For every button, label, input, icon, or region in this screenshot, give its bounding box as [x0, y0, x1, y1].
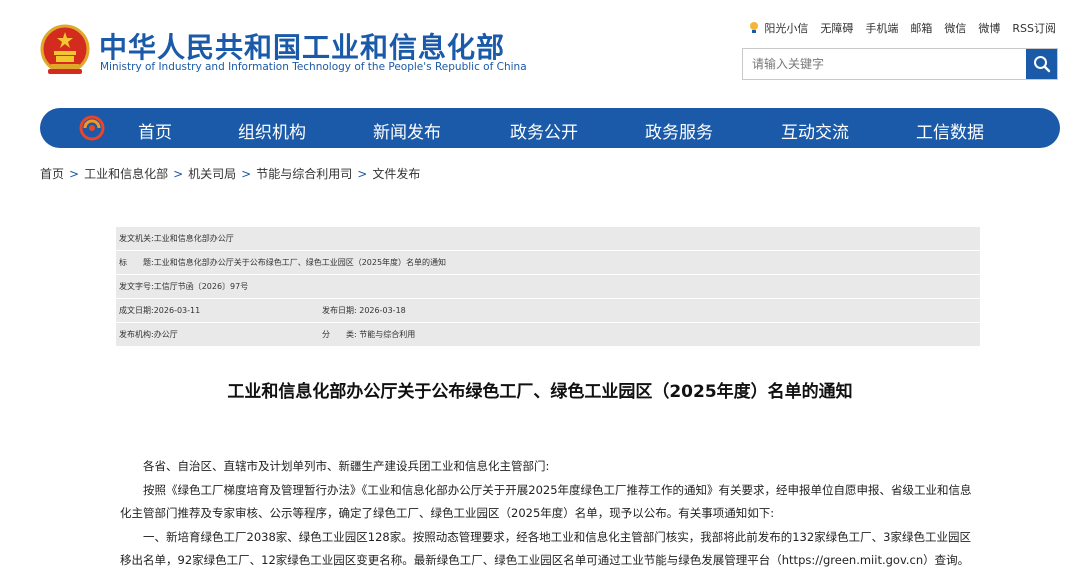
site-subtitle: Ministry of Industry and Information Tec… — [100, 61, 527, 73]
meta-issuer-label: 发文机关: — [119, 234, 154, 243]
search-button[interactable] — [1026, 49, 1057, 79]
search-box — [742, 48, 1058, 80]
breadcrumb: 首页 > 工业和信息化部 > 机关司局 > 节能与综合利用司 > 文件发布 — [40, 165, 420, 182]
top-link-sunshine[interactable]: 阳光小信 — [764, 20, 808, 36]
national-emblem-icon — [40, 24, 90, 74]
meta-category-group: 分 类: 节能与综合利用 — [322, 329, 415, 340]
top-link-mail[interactable]: 邮箱 — [910, 20, 932, 36]
document-paragraph: 一、新培育绿色工厂2038家、绿色工业园区128家。按照动态管理要求，经各地工业… — [120, 529, 971, 568]
top-links: 阳光小信 无障碍 手机端 邮箱 微信 微博 RSS订阅 — [748, 20, 1056, 36]
top-link-rss[interactable]: RSS订阅 — [1012, 20, 1056, 36]
site-title: 中华人民共和国工业和信息化部 — [99, 31, 506, 64]
meta-published-group: 发布日期: 2026-03-18 — [322, 305, 406, 316]
document-paragraph: 按照《绿色工厂梯度培育及管理暂行办法》《工业和信息化部办公厅关于开展2025年度… — [120, 482, 972, 521]
meta-written: 2026-03-11 — [153, 306, 201, 315]
meta-title-label: 标 题: — [119, 258, 154, 267]
search-icon — [1033, 56, 1050, 73]
meta-category: 节能与综合利用 — [359, 330, 416, 339]
document-salutation: 各省、自治区、直辖市及计划单列市、新疆生产建设兵团工业和信息化主管部门: — [143, 459, 550, 473]
meta-category-label: 分 类: — [322, 330, 357, 339]
site-header: 中华人民共和国工业和信息化部 Ministry of Industry and … — [0, 0, 1080, 105]
breadcrumb-separator: > — [241, 167, 252, 181]
top-link-accessibility[interactable]: 无障碍 — [820, 20, 853, 36]
meta-doc-no-label: 发文字号: — [119, 282, 154, 291]
meta-published: 2026-03-18 — [359, 306, 406, 315]
breadcrumb-documents[interactable]: 文件发布 — [372, 167, 420, 181]
nav-item-data[interactable]: 工信数据 — [916, 118, 984, 143]
breadcrumb-departments[interactable]: 机关司局 — [188, 167, 236, 181]
miit-logo-icon — [79, 115, 105, 141]
meta-org-label: 发布机构: — [119, 330, 154, 339]
nav-item-government-affairs[interactable]: 政务公开 — [510, 118, 578, 143]
nav-item-home[interactable]: 首页 — [138, 118, 172, 143]
meta-issuer: 工业和信息化部办公厅 — [153, 234, 234, 243]
meta-published-label: 发布日期: — [322, 306, 357, 315]
top-link-wechat[interactable]: 微信 — [944, 20, 966, 36]
nav-item-news[interactable]: 新闻发布 — [373, 118, 441, 143]
breadcrumb-energy-dept[interactable]: 节能与综合利用司 — [256, 167, 352, 181]
lightbulb-icon — [750, 22, 759, 33]
breadcrumb-separator: > — [357, 167, 368, 181]
meta-row-doc-no: 发文字号: 工信厅节函〔2026〕97号 — [116, 275, 980, 299]
breadcrumb-miit[interactable]: 工业和信息化部 — [84, 167, 168, 181]
top-link-weibo[interactable]: 微博 — [978, 20, 1000, 36]
document-metadata: 发文机关: 工业和信息化部办公厅 标 题: 工业和信息化部办公厅关于公布绿色工厂… — [116, 227, 980, 347]
meta-title: 工业和信息化部办公厅关于公布绿色工厂、绿色工业园区（2025年度）名单的通知 — [153, 258, 447, 267]
meta-row-issuer: 发文机关: 工业和信息化部办公厅 — [116, 227, 980, 251]
nav-item-services[interactable]: 政务服务 — [645, 118, 713, 143]
nav-item-interaction[interactable]: 互动交流 — [781, 118, 849, 143]
meta-org: 办公厅 — [153, 330, 178, 339]
breadcrumb-separator: > — [69, 167, 80, 181]
meta-doc-no: 工信厅节函〔2026〕97号 — [153, 282, 249, 291]
main-nav: 首页 组织机构 新闻发布 政务公开 政务服务 互动交流 工信数据 — [40, 108, 1060, 148]
nav-item-organization[interactable]: 组织机构 — [238, 118, 306, 143]
search-input[interactable] — [743, 49, 1026, 79]
breadcrumb-home[interactable]: 首页 — [40, 167, 64, 181]
document-title: 工业和信息化部办公厅关于公布绿色工厂、绿色工业园区（2025年度）名单的通知 — [227, 382, 853, 402]
breadcrumb-separator: > — [173, 167, 184, 181]
meta-row-org: 发布机构: 办公厅 分 类: 节能与综合利用 — [116, 323, 980, 347]
meta-row-dates: 成文日期: 2026-03-11 发布日期: 2026-03-18 — [116, 299, 980, 323]
top-link-mobile[interactable]: 手机端 — [865, 20, 898, 36]
meta-row-title: 标 题: 工业和信息化部办公厅关于公布绿色工厂、绿色工业园区（2025年度）名单… — [116, 251, 980, 275]
document-body: 各省、自治区、直辖市及计划单列市、新疆生产建设兵团工业和信息化主管部门: 按照《… — [120, 455, 982, 573]
meta-written-label: 成文日期: — [119, 306, 154, 315]
